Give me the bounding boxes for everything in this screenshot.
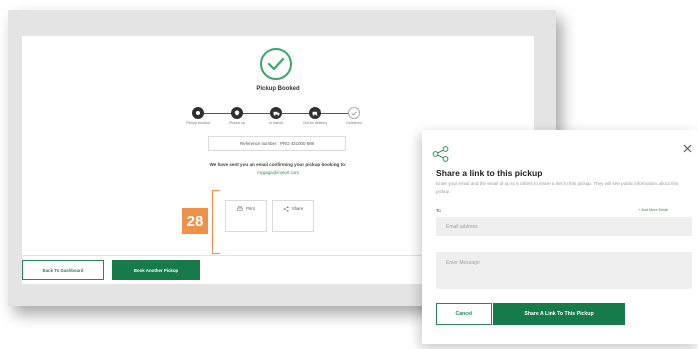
close-icon[interactable] — [680, 141, 694, 155]
step-delivered-icon — [348, 107, 360, 119]
back-to-dashboard-button[interactable]: Back To Dashboard — [22, 260, 104, 280]
modal-title: Share a link to this pickup — [436, 168, 543, 178]
share-icon — [432, 146, 450, 162]
share-icon — [283, 206, 289, 213]
step-number-badge: 28 — [182, 208, 208, 234]
print-label: Print — [246, 206, 255, 211]
callout-bracket — [212, 190, 220, 254]
message-input[interactable] — [436, 252, 692, 289]
to-label: To — [436, 208, 441, 213]
reference-number: Reference number : PRO 421000 689 — [208, 136, 346, 151]
share-label: Share — [291, 206, 304, 211]
modal-description: Enter your email and the email of up to … — [436, 181, 679, 194]
step-label: Picked up — [229, 121, 245, 125]
book-another-pickup-button[interactable]: Book Another Pickup — [112, 260, 200, 280]
success-check-icon — [260, 48, 292, 80]
add-more-email-link[interactable]: + Add More Email — [638, 208, 668, 212]
step-in-transit-icon — [270, 107, 282, 119]
cancel-button[interactable]: Cancel — [436, 303, 492, 325]
step-pickup-booked-icon — [192, 107, 204, 119]
step-out-for-delivery-icon — [309, 107, 321, 119]
print-icon — [237, 206, 243, 213]
share-card[interactable]: Share — [272, 200, 314, 232]
step-picked-up-icon — [231, 107, 243, 119]
share-link-modal: Share a link to this pickup Enter your e… — [422, 130, 698, 344]
share-link-button[interactable]: Share A Link To This Pickup — [493, 303, 625, 325]
step-label: In transit — [269, 121, 283, 125]
step-label: Out for delivery — [302, 121, 328, 125]
email-address-input[interactable] — [436, 217, 692, 236]
step-label: Delivered — [346, 121, 362, 125]
print-card[interactable]: Print — [225, 200, 267, 232]
step-label: Pickup booked — [186, 121, 210, 125]
page-title: Pickup Booked — [256, 86, 300, 92]
